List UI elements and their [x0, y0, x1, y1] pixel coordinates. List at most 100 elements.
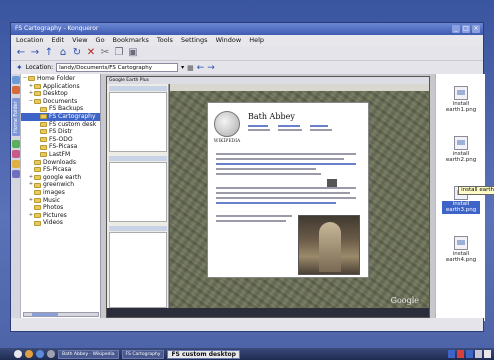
- menu-bookmarks[interactable]: Bookmarks: [113, 35, 149, 46]
- bookmarks-icon[interactable]: [12, 76, 20, 84]
- tree-scrollbar[interactable]: [23, 312, 99, 317]
- tree-item-label: LastFM: [49, 150, 71, 158]
- terminal-icon[interactable]: [47, 350, 55, 358]
- tree-scrollbar-thumb[interactable]: [32, 313, 58, 316]
- tree-item[interactable]: FS-ODO: [21, 136, 100, 144]
- taskbar-task[interactable]: Bath Abbey - Wikipedia: [58, 349, 119, 359]
- window-bottom-panel: [10, 318, 484, 332]
- tree-item[interactable]: images: [21, 189, 100, 197]
- paste-icon[interactable]: ▣: [128, 47, 138, 59]
- copy-icon[interactable]: ❐: [114, 47, 124, 59]
- location-input[interactable]: landy/Documents/FS Cartography: [56, 63, 179, 72]
- maximize-button[interactable]: □: [462, 25, 470, 33]
- tree-item-label: google earth: [43, 173, 82, 181]
- file-item[interactable]: install earth4.png: [442, 236, 480, 264]
- services-icon[interactable]: [12, 170, 20, 178]
- tree-item[interactable]: − Home Folder: [21, 75, 100, 83]
- kmenu-icon[interactable]: [14, 350, 22, 358]
- forward-icon[interactable]: →: [30, 47, 40, 59]
- history-icon[interactable]: [12, 86, 20, 94]
- tree-item[interactable]: + google earth: [21, 174, 100, 182]
- preview-status-bar: [107, 308, 429, 317]
- clear-location-icon[interactable]: ▦: [187, 64, 194, 72]
- cut-icon[interactable]: ✂: [100, 47, 110, 59]
- network-icon[interactable]: [12, 140, 20, 148]
- folder-icon: [40, 121, 47, 127]
- location-label: Location:: [25, 64, 54, 71]
- root-folder-icon[interactable]: [12, 160, 20, 168]
- go-back-arrow-icon[interactable]: ←: [197, 63, 205, 73]
- tree-item[interactable]: FS-Picasa: [21, 166, 100, 174]
- taskbar-active-task[interactable]: FS custom desktop: [167, 349, 240, 359]
- tree-item[interactable]: Downloads: [21, 159, 100, 167]
- tree-item[interactable]: + Desktop: [21, 90, 100, 98]
- tree-item[interactable]: FS Cartography: [21, 112, 100, 121]
- menu-view[interactable]: View: [72, 35, 87, 46]
- folder-icon: [40, 137, 47, 143]
- home-icon[interactable]: ⌂: [58, 47, 68, 59]
- minimize-button[interactable]: _: [452, 25, 460, 33]
- tray-update-icon[interactable]: [457, 350, 464, 358]
- menu-help[interactable]: Help: [249, 35, 264, 46]
- wiki-popup: WIKIPEDIA Bath Abbey: [207, 102, 369, 278]
- back-icon[interactable]: ←: [16, 47, 26, 59]
- tree-item[interactable]: + greenwich: [21, 181, 100, 189]
- tray-clock-icon[interactable]: [484, 350, 491, 358]
- file-name: install earth1.png: [445, 101, 477, 114]
- tray-network-icon[interactable]: [448, 350, 455, 358]
- tree-item[interactable]: FS custom desk: [21, 121, 100, 129]
- folder-icon: [34, 220, 41, 226]
- folder-icon: [40, 129, 47, 135]
- tree-item-label: Documents: [43, 97, 78, 105]
- tree-item[interactable]: + Music: [21, 197, 100, 205]
- file-view: Google Earth Plus WIKIPEDIA Bath Abbey G…: [101, 74, 494, 321]
- menu-window[interactable]: Window: [216, 35, 242, 46]
- image-file-icon: [454, 86, 468, 100]
- stop-icon[interactable]: ✕: [86, 47, 96, 59]
- folder-icon: [34, 99, 41, 105]
- window-titlebar[interactable]: FS Cartography - Konqueror _ □ ×: [11, 23, 483, 35]
- tree-item[interactable]: − Documents: [21, 98, 100, 106]
- tree-item[interactable]: Photos: [21, 204, 100, 212]
- preview-left-panel: [107, 84, 169, 310]
- reload-icon[interactable]: ↻: [72, 47, 82, 59]
- tree-item[interactable]: FS Backups: [21, 105, 100, 113]
- menu-settings[interactable]: Settings: [181, 35, 208, 46]
- media-icon[interactable]: [12, 150, 20, 158]
- taskbar-task[interactable]: FS Cartography: [121, 349, 165, 359]
- tree-item-label: Home Folder: [37, 75, 76, 82]
- menu-tools[interactable]: Tools: [157, 35, 173, 46]
- tree-item[interactable]: FS Distr: [21, 128, 100, 136]
- tree-item-label: FS-ODO: [49, 135, 73, 143]
- wikipedia-globe-icon: [214, 111, 240, 137]
- tray-volume-icon[interactable]: [475, 350, 482, 358]
- tree-item[interactable]: + Applications: [21, 83, 100, 91]
- toolbar: ← → ↑ ⌂ ↻ ✕ ✂ ❐ ▣: [11, 46, 483, 61]
- go-forward-arrow-icon[interactable]: →: [207, 63, 215, 73]
- menu-location[interactable]: Location: [16, 35, 44, 46]
- firefox-icon[interactable]: [25, 350, 33, 358]
- taskbar: Bath Abbey - Wikipedia FS Cartography FS c…: [0, 348, 494, 360]
- menu-edit[interactable]: Edit: [52, 35, 65, 46]
- tree-item[interactable]: LastFM: [21, 151, 100, 159]
- search-panel-header: [109, 86, 167, 91]
- file-name: install earth2.png: [445, 151, 477, 164]
- tree-item[interactable]: Videos: [21, 219, 100, 227]
- konqueror-icon[interactable]: [36, 350, 44, 358]
- file-item[interactable]: install earth2.png: [442, 136, 480, 164]
- folder-icon: [40, 152, 47, 158]
- window-title: FS Cartography - Konqueror: [15, 25, 99, 32]
- tray-desktop-icon[interactable]: [466, 350, 473, 358]
- file-item[interactable]: install earth1.png: [442, 86, 480, 114]
- folder-icon: [34, 212, 41, 218]
- close-button[interactable]: ×: [472, 25, 480, 33]
- menu-go[interactable]: Go: [96, 35, 105, 46]
- dropdown-arrow-icon[interactable]: ▾: [181, 64, 184, 71]
- tree-item[interactable]: FS-Picasa: [21, 143, 100, 151]
- up-icon[interactable]: ↑: [44, 47, 54, 59]
- folder-icon: [34, 83, 41, 89]
- tab-home-folder[interactable]: Home Folder: [12, 98, 20, 136]
- folder-icon: [34, 182, 41, 188]
- file-name: install earth3.png: [442, 201, 480, 214]
- tree-item[interactable]: + Pictures: [21, 212, 100, 220]
